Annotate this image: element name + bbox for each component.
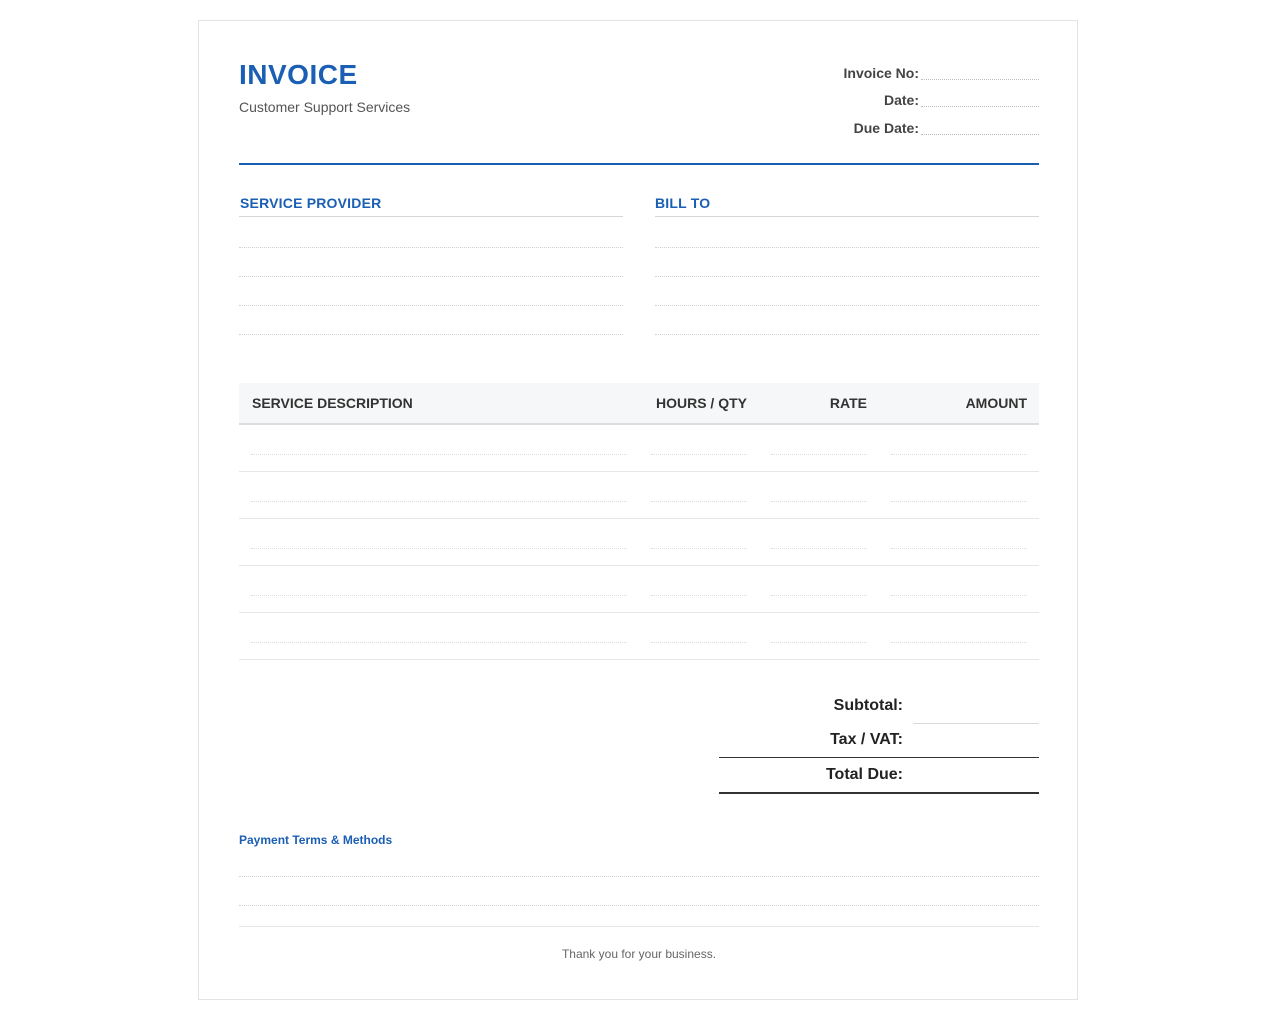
bill-to-rule <box>655 216 1039 217</box>
rate-cell[interactable] <box>771 595 867 596</box>
service-provider-line[interactable] <box>239 247 623 248</box>
subtotal-field[interactable] <box>913 723 1039 724</box>
payment-terms-heading: Payment Terms & Methods <box>239 833 393 847</box>
rate-cell[interactable] <box>771 642 867 643</box>
qty-cell[interactable] <box>651 454 747 455</box>
rate-cell[interactable] <box>771 548 867 549</box>
service-provider-line[interactable] <box>239 276 623 277</box>
bill-to-line[interactable] <box>655 305 1039 306</box>
invoice-no-field[interactable] <box>921 79 1039 80</box>
description-cell[interactable] <box>251 642 627 643</box>
invoice-subtitle: Customer Support Services <box>239 99 411 115</box>
column-header-rate: RATE <box>829 395 867 411</box>
tax-label: Tax / VAT: <box>830 731 903 748</box>
date-label: Date: <box>883 92 919 108</box>
service-provider-line[interactable] <box>239 305 623 306</box>
thank-you-note: Thank you for your business. <box>561 947 717 961</box>
rate-cell[interactable] <box>771 501 867 502</box>
date-field[interactable] <box>921 106 1039 107</box>
qty-cell[interactable] <box>651 501 747 502</box>
due-date-label: Due Date: <box>853 120 919 136</box>
total-due-rule <box>719 792 1039 794</box>
qty-cell[interactable] <box>651 642 747 643</box>
total-due-label: Total Due: <box>825 766 903 783</box>
description-cell[interactable] <box>251 501 627 502</box>
row-divider <box>239 471 1039 472</box>
tax-rule <box>719 757 1039 758</box>
payment-terms-line[interactable] <box>239 905 1039 906</box>
bill-to-heading: BILL TO <box>655 195 711 211</box>
amount-cell[interactable] <box>891 454 1027 455</box>
subtotal-label: Subtotal: <box>833 697 903 714</box>
rate-cell[interactable] <box>771 454 867 455</box>
row-divider <box>239 518 1039 519</box>
qty-cell[interactable] <box>651 548 747 549</box>
row-divider <box>239 612 1039 613</box>
row-divider <box>239 659 1039 660</box>
description-cell[interactable] <box>251 595 627 596</box>
bill-to-line[interactable] <box>655 247 1039 248</box>
amount-cell[interactable] <box>891 501 1027 502</box>
due-date-field[interactable] <box>921 134 1039 135</box>
description-cell[interactable] <box>251 454 627 455</box>
amount-cell[interactable] <box>891 595 1027 596</box>
service-provider-heading: SERVICE PROVIDER <box>240 195 382 211</box>
invoice-no-label: Invoice No: <box>843 65 919 81</box>
row-divider <box>239 565 1039 566</box>
header-divider <box>239 163 1039 165</box>
bill-to-line[interactable] <box>655 276 1039 277</box>
column-header-amount: AMOUNT <box>965 395 1027 411</box>
footer-divider <box>239 926 1039 927</box>
service-provider-rule <box>239 216 623 217</box>
service-provider-line[interactable] <box>239 334 623 335</box>
description-cell[interactable] <box>251 548 627 549</box>
amount-cell[interactable] <box>891 642 1027 643</box>
invoice-page: INVOICE Customer Support Services Invoic… <box>198 20 1078 1000</box>
qty-cell[interactable] <box>651 595 747 596</box>
payment-terms-line[interactable] <box>239 876 1039 877</box>
table-header: SERVICE DESCRIPTION HOURS / QTY RATE AMO… <box>239 383 1039 425</box>
invoice-title: INVOICE <box>239 59 358 90</box>
amount-cell[interactable] <box>891 548 1027 549</box>
column-header-description: SERVICE DESCRIPTION <box>252 395 413 411</box>
bill-to-line[interactable] <box>655 334 1039 335</box>
column-header-qty: HOURS / QTY <box>655 395 747 411</box>
